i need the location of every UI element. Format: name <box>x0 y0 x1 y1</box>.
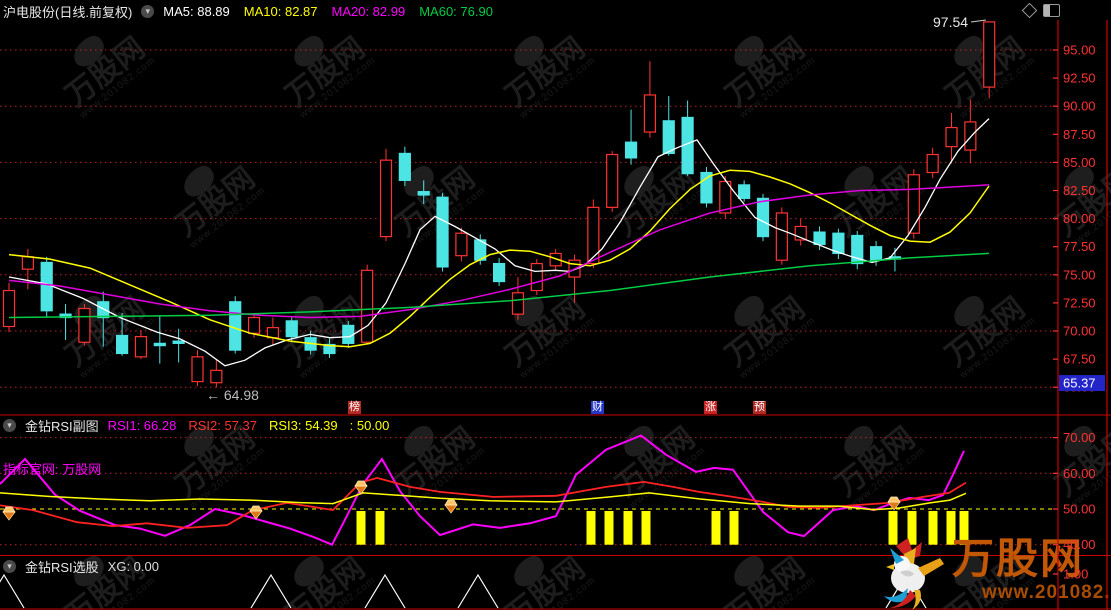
site-note: 指标官网: 万股网 <box>3 459 101 478</box>
axis-label: 50.00 <box>1063 502 1096 517</box>
axis-label: 92.50 <box>1063 71 1096 86</box>
ma-legend-item: MA5: 88.89 <box>163 4 230 19</box>
axis-label: 82.50 <box>1063 183 1096 198</box>
axis-label: 90.00 <box>1063 99 1096 114</box>
axis-label: 60.00 <box>1063 466 1096 481</box>
ma-legend-item: MA10: 82.87 <box>244 4 318 19</box>
axis-label: 70.00 <box>1063 324 1096 339</box>
axis-label: 85.00 <box>1063 155 1096 170</box>
layout-split-icon[interactable] <box>1043 4 1060 17</box>
rsi-legend: RSI1: 66.28 RSI2: 57.37 RSI3: 54.39 : 50.00 <box>108 418 390 433</box>
stock-title: 沪电股份(日线.前复权) <box>3 2 132 21</box>
axis-label: 72.50 <box>1063 295 1096 310</box>
rsi-legend-item: RSI2: 57.37 <box>188 418 257 433</box>
axis-label: 70.00 <box>1063 430 1096 445</box>
rsi-legend-item: : 50.00 <box>350 418 390 433</box>
rsi-collapse-chevron-icon[interactable]: ▾ <box>3 419 16 432</box>
axis-label: 1.00 <box>1063 567 1088 582</box>
ma-legend-item: MA20: 82.99 <box>332 4 406 19</box>
xg-value: XG: 0.00 <box>108 559 159 574</box>
axis-label: 77.50 <box>1063 239 1096 254</box>
trading-app-window: 万股网www.201082.com万股网www.201082.com万股网www… <box>0 0 1111 610</box>
rsi-legend-item: RSI3: 54.39 <box>269 418 338 433</box>
select-collapse-chevron-icon[interactable]: ▾ <box>3 560 16 573</box>
select-panel-header: ▾ 金钻RSI选股 XG: 0.00 <box>0 557 159 575</box>
ma-legend: MA5: 88.89 MA10: 82.87 MA20: 82.99 MA60: 76… <box>163 4 493 19</box>
axis-label: 87.50 <box>1063 127 1096 142</box>
axis-label: 95.00 <box>1063 43 1096 58</box>
axis-label: 75.00 <box>1063 267 1096 282</box>
axis-label: 67.50 <box>1063 352 1096 367</box>
main-chart-header: 沪电股份(日线.前复权) ▾ MA5: 88.89 MA10: 82.87 MA20… <box>0 2 493 20</box>
rsi-panel-title: 金钻RSI副图 <box>25 416 99 435</box>
rsi-panel-header: ▾ 金钻RSI副图 RSI1: 66.28 RSI2: 57.37 RSI3: 54… <box>0 416 389 434</box>
svg-text:65.37: 65.37 <box>1063 376 1096 391</box>
rsi-site-note-row: 指标官网: 万股网 <box>0 459 101 477</box>
price-axis[interactable]: 95.00 92.50 90.00 87.50 85.00 82.50 80.00 77.50… <box>0 0 1111 610</box>
rsi-legend-item: RSI1: 66.28 <box>108 418 177 433</box>
ma-legend-item: MA60: 76.90 <box>419 4 493 19</box>
axis-label: 40.00 <box>1063 537 1096 552</box>
axis-label: 80.00 <box>1063 211 1096 226</box>
collapse-chevron-icon[interactable]: ▾ <box>141 5 154 18</box>
select-panel-title: 金钻RSI选股 <box>25 557 99 576</box>
